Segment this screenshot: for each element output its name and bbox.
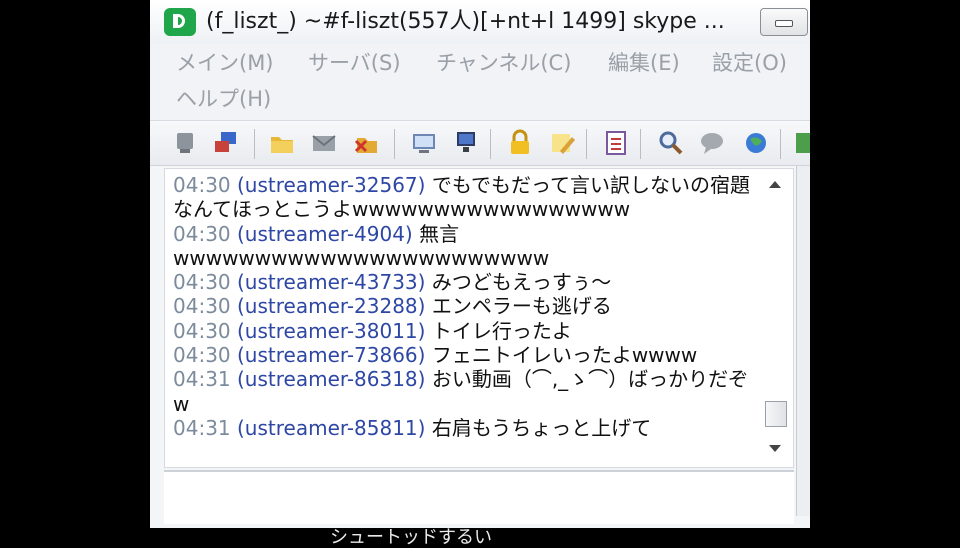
- menu-bar: メイン(M) サーバ(S) チャンネル(C) 編集(E) 設定(O) ヘルプ(H…: [150, 44, 810, 120]
- irc-client-window: (f_liszt_) ~#f-liszt(557人)[+nt+l 1499] s…: [150, 0, 810, 528]
- message-time: 04:30: [173, 318, 231, 343]
- message-time: 04:30: [173, 270, 231, 295]
- chat-message: 04:30 (ustreamer-43733) みつどもえっすぅ～: [173, 270, 753, 294]
- app-logo-icon: [164, 8, 196, 36]
- toolbar-separator: [780, 129, 781, 159]
- message-time: 04:30: [173, 294, 231, 319]
- checklist-icon[interactable]: [602, 129, 630, 157]
- message-time: 04:31: [173, 367, 231, 392]
- menu-main[interactable]: メイン(M): [176, 46, 274, 80]
- video-caption-overlay: シュートッドするい: [330, 527, 492, 548]
- toolbar-separator: [640, 129, 641, 159]
- message-text: トイレ行ったよ: [431, 318, 572, 343]
- message-text: みつどもえっすぅ～: [431, 270, 612, 295]
- message-nick[interactable]: (ustreamer-86318): [237, 367, 425, 391]
- chat-message: 04:30 (ustreamer-73866) フェニトイレいったよwwww: [173, 343, 753, 367]
- toolbar-separator: [586, 129, 587, 159]
- message-nick[interactable]: (ustreamer-73866): [237, 343, 425, 367]
- toolbar-separator: [490, 129, 491, 159]
- menu-help[interactable]: ヘルプ(H): [176, 82, 271, 116]
- message-time: 04:30: [173, 221, 231, 246]
- minimize-button[interactable]: [760, 8, 808, 36]
- menu-edit[interactable]: 編集(E): [608, 46, 680, 80]
- scroll-up-arrow-icon[interactable]: [769, 181, 781, 188]
- monitor-icon[interactable]: [410, 129, 438, 157]
- chat-message: 04:30 (ustreamer-32567) でもでもだって言い訳しないの宿題…: [173, 173, 753, 222]
- title-bar[interactable]: (f_liszt_) ~#f-liszt(557人)[+nt+l 1499] s…: [150, 0, 810, 44]
- menu-channel[interactable]: チャンネル(C): [436, 46, 571, 80]
- message-time: 04:31: [173, 415, 231, 440]
- chat-message: 04:31 (ustreamer-85811) 右肩もうちょっと上げて: [173, 416, 753, 440]
- chat-log[interactable]: 04:30 (ustreamer-32567) でもでもだって言い訳しないの宿題…: [164, 168, 794, 468]
- chat-message: 04:30 (ustreamer-4904) 無言wwwwwwwwwwwwwww…: [173, 222, 753, 271]
- chat-message: 04:30 (ustreamer-38011) トイレ行ったよ: [173, 319, 753, 343]
- connect-icon[interactable]: [212, 129, 240, 157]
- toolbar-separator: [394, 129, 395, 159]
- chat-message: 04:31 (ustreamer-86318) おい動画（⌒,_ゝ⌒）ばっかりだ…: [173, 367, 753, 416]
- mail-icon[interactable]: [310, 129, 338, 157]
- toolbar: [150, 120, 810, 166]
- menu-settings[interactable]: 設定(O): [712, 46, 787, 80]
- search-icon[interactable]: [656, 129, 684, 157]
- server-list-icon[interactable]: [172, 129, 200, 157]
- message-nick[interactable]: (ustreamer-4904): [237, 222, 413, 246]
- toolbar-separator: [254, 129, 255, 159]
- message-nick[interactable]: (ustreamer-43733): [237, 270, 425, 294]
- message-text: 右肩もうちょっと上げて: [431, 415, 652, 440]
- menu-server[interactable]: サーバ(S): [308, 46, 401, 80]
- disconnect-icon[interactable]: [352, 129, 380, 157]
- scroll-down-arrow-icon[interactable]: [769, 445, 781, 452]
- message-nick[interactable]: (ustreamer-85811): [237, 416, 425, 440]
- computer-icon[interactable]: [452, 129, 480, 157]
- lock-icon[interactable]: [506, 129, 534, 157]
- message-text: エンペラーも逃げる: [431, 294, 612, 319]
- message-nick[interactable]: (ustreamer-32567): [237, 173, 425, 197]
- message-input[interactable]: [164, 470, 794, 524]
- vertical-scrollbar[interactable]: [757, 169, 793, 467]
- chat-message: 04:30 (ustreamer-23288) エンペラーも逃げる: [173, 294, 753, 318]
- message-time: 04:30: [173, 173, 231, 197]
- scroll-thumb[interactable]: [765, 401, 787, 427]
- door-exit-icon[interactable]: [794, 129, 810, 157]
- message-text: フェニトイレいったよwwww: [431, 343, 698, 368]
- nick-list-panel-edge[interactable]: [796, 166, 810, 516]
- message-nick[interactable]: (ustreamer-23288): [237, 294, 425, 318]
- window-title: (f_liszt_) ~#f-liszt(557人)[+nt+l 1499] s…: [206, 9, 725, 34]
- chat-messages: 04:30 (ustreamer-32567) でもでもだって言い訳しないの宿題…: [173, 173, 753, 440]
- notes-icon[interactable]: [548, 129, 576, 157]
- folder-icon[interactable]: [268, 129, 296, 157]
- message-time: 04:30: [173, 343, 231, 368]
- globe-icon[interactable]: [742, 129, 770, 157]
- chat-bubble-icon[interactable]: [698, 129, 726, 157]
- message-nick[interactable]: (ustreamer-38011): [237, 319, 425, 343]
